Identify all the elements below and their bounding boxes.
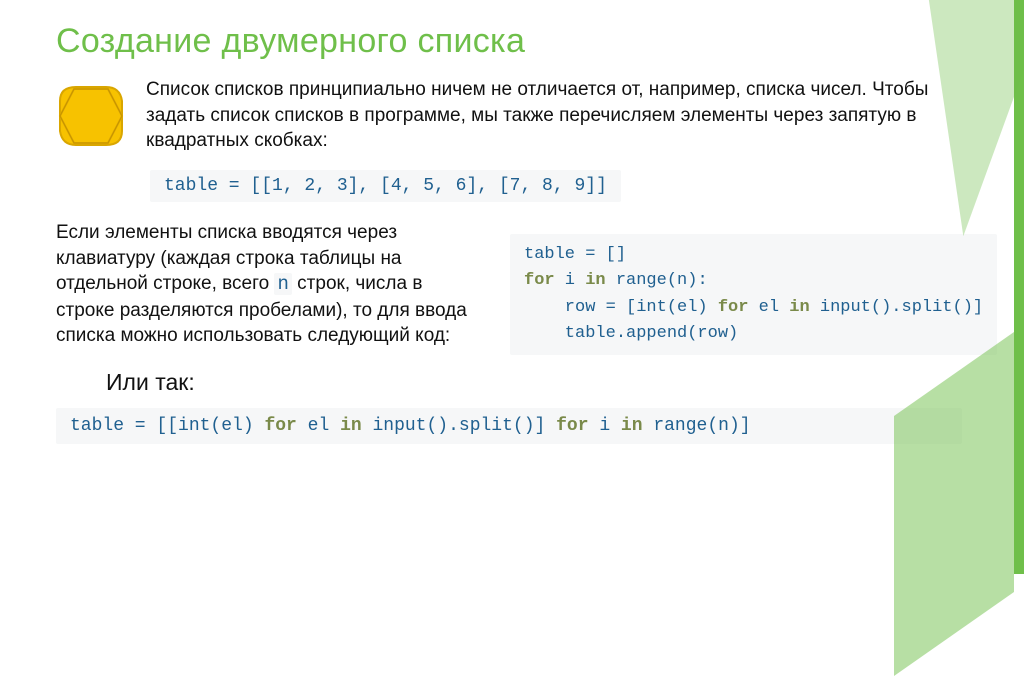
alt-label: Или так: xyxy=(106,369,992,396)
code-block-literal: table = [[1, 2, 3], [4, 5, 6], [7, 8, 9]… xyxy=(150,170,621,202)
c2-l2d: range(n): xyxy=(606,271,708,290)
c2-l3c: el xyxy=(748,298,789,317)
code-block-loop: table = [] for i in range(n): row = [int… xyxy=(510,234,997,355)
c3-e: input().split()] xyxy=(362,416,556,436)
c2-l4: table.append(row) xyxy=(524,324,738,343)
kw-for-4: for xyxy=(556,416,588,436)
kw-in-3: in xyxy=(340,416,362,436)
hex-icon xyxy=(56,83,126,149)
kw-for-3: for xyxy=(264,416,296,436)
c3-a: table = [[int(el) xyxy=(70,416,264,436)
slide-container: Создание двумерного списка Список списко… xyxy=(0,0,1024,574)
c3-i: range(n)] xyxy=(643,416,751,436)
c2-l3a: row = [int(el) xyxy=(524,298,718,317)
inline-n: n xyxy=(274,273,291,295)
c2-l2b: i xyxy=(555,271,586,290)
kw-in-4: in xyxy=(621,416,643,436)
kw-in: in xyxy=(585,271,605,290)
code-block-comprehension: table = [[int(el) for el in input().spli… xyxy=(56,408,962,444)
input-row: Если элементы списка вводятся через клав… xyxy=(56,220,992,355)
c3-g: i xyxy=(589,416,621,436)
c3-c: el xyxy=(297,416,340,436)
kw-in-2: in xyxy=(789,298,809,317)
input-paragraph: Если элементы списка вводятся через клав… xyxy=(56,220,486,349)
slide-title: Создание двумерного списка xyxy=(56,22,992,61)
c2-l3e: input().split()] xyxy=(810,298,983,317)
kw-for: for xyxy=(524,271,555,290)
c2-l1: table = [] xyxy=(524,245,626,264)
kw-for-2: for xyxy=(718,298,749,317)
